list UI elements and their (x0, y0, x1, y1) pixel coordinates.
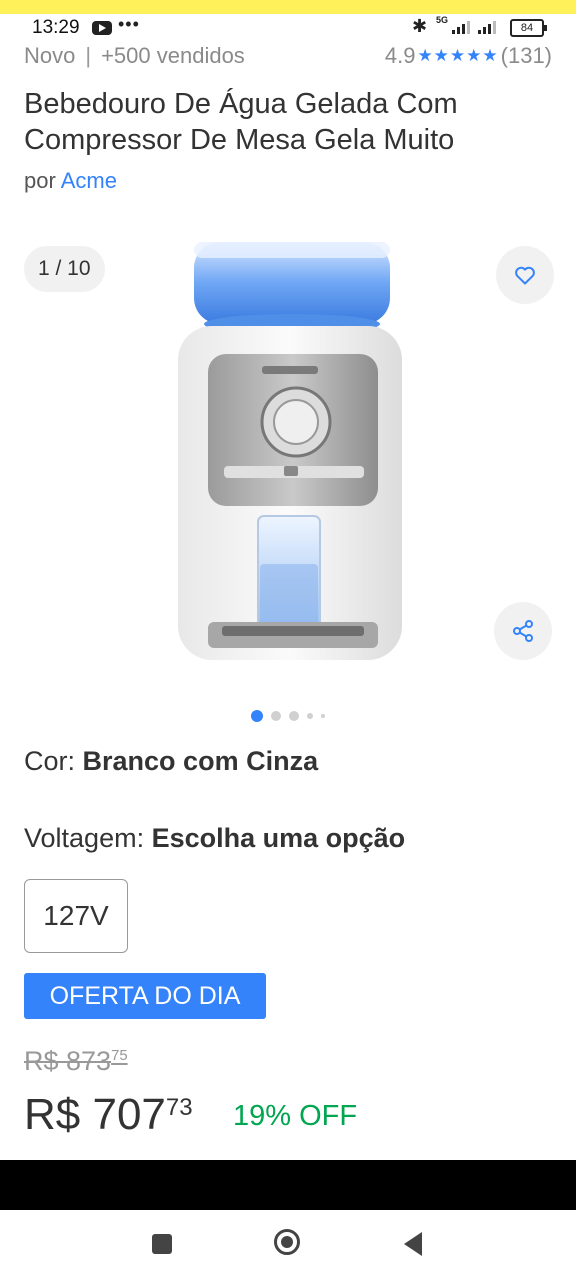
product-meta: Novo | +500 vendidos (24, 43, 245, 69)
pagination-dot[interactable] (321, 713, 325, 718)
condition-label: Novo (24, 43, 76, 68)
color-attribute: Cor: Branco com Cinza (24, 746, 318, 777)
meta-separator: | (85, 43, 92, 68)
signal-icon (452, 20, 476, 34)
color-label: Cor: (24, 746, 76, 776)
original-price: R$ 87375 (24, 1046, 128, 1077)
heart-icon (515, 266, 535, 285)
share-icon (513, 620, 533, 642)
star-icon: ★★★★★ (417, 46, 499, 65)
pagination-dot-active[interactable] (251, 709, 263, 722)
favorite-button[interactable] (496, 246, 554, 304)
pagination-dot[interactable] (307, 712, 313, 719)
image-gallery[interactable]: 1 / 10 (0, 228, 576, 698)
pagination-dot[interactable] (289, 710, 299, 721)
original-price-cents: 75 (111, 1048, 128, 1064)
seller-link[interactable]: Acme (61, 168, 117, 193)
seller-prefix: por (24, 168, 56, 193)
current-price: R$ 70773 (24, 1090, 193, 1140)
discount-label: 19% OFF (233, 1100, 358, 1132)
original-price-int: R$ 873 (24, 1046, 112, 1076)
youtube-icon (92, 21, 112, 35)
voltage-option-127v[interactable]: 127V (24, 879, 128, 953)
sold-count: +500 vendidos (101, 43, 245, 68)
back-icon[interactable] (404, 1232, 422, 1256)
rating-summary[interactable]: 4.9 ★★★★★(131) (385, 43, 552, 69)
signal-icon (478, 20, 502, 34)
voltage-value: Escolha uma opção (151, 823, 406, 853)
android-nav-bar (0, 1210, 576, 1280)
deal-badge: OFERTA DO DIA (24, 973, 266, 1019)
reviews-count: (131) (500, 43, 552, 68)
bluetooth-icon: ✱ (412, 16, 428, 36)
product-image[interactable] (170, 234, 410, 674)
battery-icon: 84 (510, 19, 547, 37)
pagination-dot[interactable] (271, 710, 281, 721)
voltage-label: Voltagem: (24, 823, 145, 853)
current-price-cents: 73 (165, 1094, 193, 1121)
gallery-pagination (0, 707, 576, 722)
seller-line: por Acme (24, 168, 117, 194)
color-value: Branco com Cinza (82, 746, 319, 776)
rating-value: 4.9 (384, 43, 416, 68)
home-icon[interactable] (274, 1229, 300, 1255)
current-price-int: R$ 707 (24, 1090, 166, 1139)
bottom-black-bar (0, 1160, 576, 1210)
status-time: 13:29 (32, 17, 80, 38)
status-bar: 13:29 ••• ✱ 5G 84 (0, 14, 576, 42)
gallery-counter: 1 / 10 (24, 246, 105, 292)
more-dots-icon: ••• (118, 14, 140, 34)
share-button[interactable] (494, 602, 552, 660)
product-title: Bebedouro De Água Gelada Com Compressor … (24, 88, 458, 156)
voltage-attribute: Voltagem: Escolha uma opção (24, 823, 405, 854)
recent-apps-icon[interactable] (152, 1234, 172, 1254)
network-type-label: 5G (436, 15, 449, 25)
